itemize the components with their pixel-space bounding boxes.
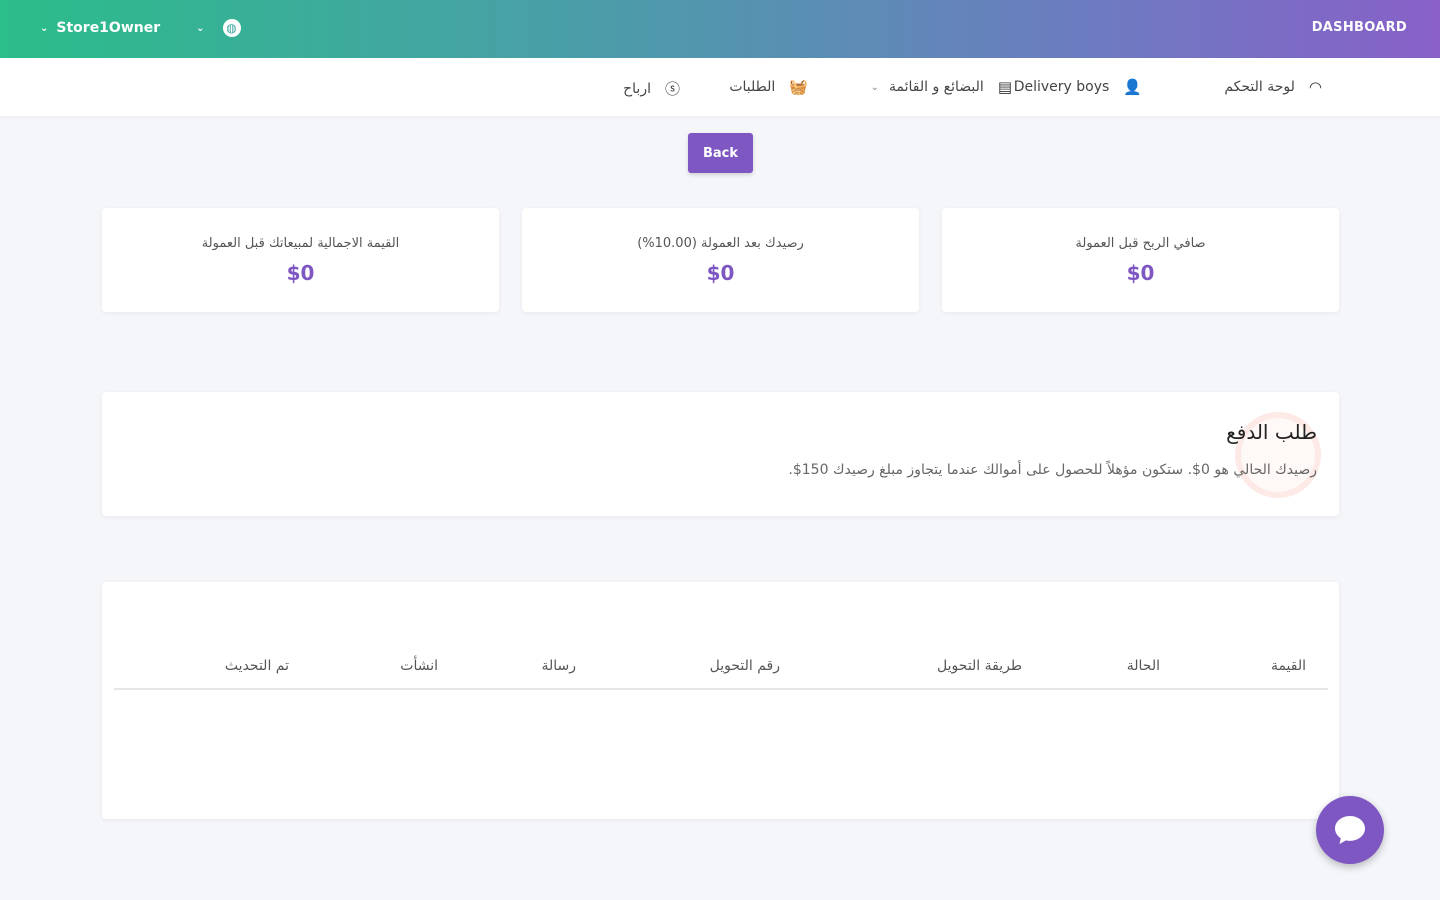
main-nav: ◠ لوحة التحكم 👤 Delivery boys ▤ البضائع … [0, 58, 1440, 116]
dollar-circle-icon: ⓢ [664, 80, 680, 98]
nav-label: لوحة التحكم [1224, 79, 1295, 95]
column-header-transfer-method[interactable]: طريقة التحويل [937, 658, 1022, 674]
chat-button[interactable] [1316, 796, 1384, 864]
user-name: Store1Owner [56, 20, 161, 36]
column-header-amount[interactable]: القيمة [1271, 658, 1306, 674]
nav-item-orders[interactable]: 🧺 الطلبات [729, 78, 808, 96]
stat-card-net-profit: صافي الربح قبل العمولة $0 [942, 208, 1339, 312]
speedometer-icon: ◠ [1308, 78, 1322, 96]
column-header-created[interactable]: انشأت [400, 658, 438, 674]
column-header-transfer-number[interactable]: رقم التحويل [710, 658, 780, 674]
top-header: ⌄ Store1Owner ⌄ ◍ DASHBOARD [0, 0, 1440, 58]
nav-label: الطلبات [729, 79, 776, 95]
stat-card-total-sales: القيمة الاجمالية لمبيعاتك قبل العمولة $0 [102, 208, 499, 312]
nav-item-products[interactable]: ▤ البضائع و القائمة ⌄ [871, 78, 1012, 96]
back-button[interactable]: Back [688, 133, 753, 173]
chat-bubble-icon [1335, 816, 1365, 844]
list-icon: ▤ [997, 78, 1012, 96]
payout-description: رصيدك الحالي هو 0$. ستكون مؤهلاً للحصول … [788, 462, 1317, 478]
nav-item-delivery-boys[interactable]: 👤 Delivery boys [1014, 78, 1142, 96]
stat-label: رصيدك بعد العمولة (10.00%) [637, 236, 804, 251]
chevron-down-icon[interactable]: ⌄ [196, 23, 204, 34]
brand-title[interactable]: DASHBOARD [1312, 20, 1407, 35]
nav-item-earnings[interactable]: ⓢ ارباح [623, 78, 680, 99]
chevron-down-icon: ⌄ [870, 81, 880, 93]
user-menu[interactable]: ⌄ Store1Owner ⌄ ◍ [40, 19, 241, 37]
stat-card-balance-after-commission: رصيدك بعد العمولة (10.00%) $0 [522, 208, 919, 312]
nav-label: Delivery boys [1013, 79, 1110, 95]
stat-value: $0 [286, 261, 315, 285]
payouts-table: القيمة الحالة طريقة التحويل رقم التحويل … [102, 582, 1339, 819]
stat-label: صافي الربح قبل العمولة [1075, 236, 1206, 251]
globe-icon[interactable]: ◍ [222, 19, 241, 37]
column-header-message[interactable]: رسالة [541, 658, 576, 674]
payout-request-card: طلب الدفع رصيدك الحالي هو 0$. ستكون مؤهل… [102, 392, 1339, 516]
stat-label: القيمة الاجمالية لمبيعاتك قبل العمولة [201, 236, 400, 251]
stat-value: $0 [706, 261, 735, 285]
basket-icon: 🧺 [789, 78, 808, 96]
nav-label: ارباح [623, 80, 651, 97]
stat-value: $0 [1126, 261, 1155, 285]
table-header: القيمة الحالة طريقة التحويل رقم التحويل … [114, 642, 1328, 690]
chevron-down-icon: ⌄ [40, 22, 49, 34]
payout-title: طلب الدفع [1226, 420, 1317, 444]
nav-item-dashboard[interactable]: ◠ لوحة التحكم [1224, 78, 1322, 96]
column-header-updated[interactable]: تم التحديث [225, 658, 289, 674]
user-icon: 👤 [1123, 78, 1142, 96]
nav-label: البضائع و القائمة [889, 79, 984, 95]
column-header-status[interactable]: الحالة [1127, 658, 1160, 674]
